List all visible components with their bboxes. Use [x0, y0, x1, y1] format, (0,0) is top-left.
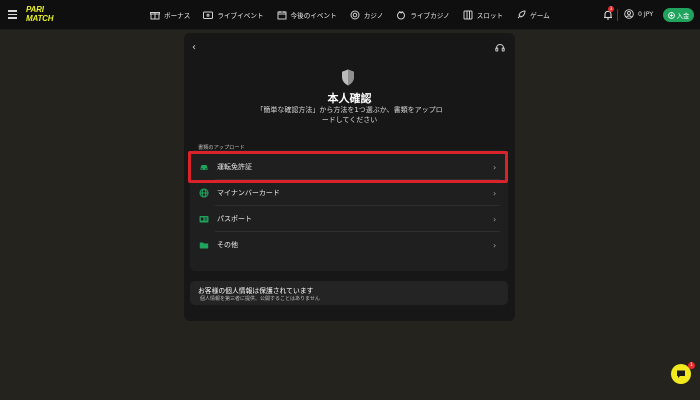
id-card-icon: [199, 216, 209, 223]
modal-subtitle: 「簡単な確認方法」から方法を1つ選ぶか、書類をアップロードしてください: [256, 106, 443, 124]
calendar-icon: [277, 11, 287, 20]
support-headset-icon[interactable]: [494, 42, 506, 54]
logo[interactable]: PARI MATCH: [26, 5, 68, 25]
globe-icon: [199, 188, 209, 198]
chevron-right-icon: ›: [493, 240, 497, 250]
deposit-button[interactable]: 入金: [663, 8, 694, 22]
back-chevron-icon[interactable]: ‹: [192, 43, 202, 53]
nav-item-live-casino[interactable]: ライブカジノ: [396, 10, 450, 20]
chat-bubble-icon: [677, 370, 685, 378]
nav-item-upcoming-events[interactable]: 今後のイベント: [277, 10, 337, 20]
doc-option-other[interactable]: その他 ›: [190, 232, 508, 258]
nav-item-slots[interactable]: スロット: [463, 10, 503, 20]
plus-circle-icon: [667, 11, 675, 19]
balance-value: 0 JPY: [638, 10, 654, 18]
casino-chip-icon: [350, 10, 360, 20]
notification-badge: 3: [608, 6, 614, 12]
privacy-notice: お客様の個人情報は保護されています 個人情報を第三者に提供、公開することはありま…: [190, 281, 508, 305]
slot-icon: [463, 10, 473, 20]
folder-icon: [199, 242, 209, 249]
menu-icon[interactable]: [8, 10, 17, 19]
account-balance[interactable]: 0 JPY: [624, 9, 653, 19]
nav-item-games[interactable]: ゲーム: [516, 10, 550, 20]
privacy-title: お客様の個人情報は保護されています: [198, 287, 314, 295]
modal-title: 本人確認: [327, 92, 372, 105]
selection-highlight: [188, 151, 508, 183]
nav-item-bonus[interactable]: ボーナス: [150, 10, 190, 20]
gift-icon: [150, 12, 160, 20]
top-bar: PARI MATCH ボーナス ライブイベント 今後のイベント カジノ ライブカ…: [0, 0, 700, 30]
chevron-right-icon: ›: [493, 188, 497, 198]
doc-option-my-number-card[interactable]: マイナンバーカード ›: [190, 180, 508, 206]
shield-icon: [342, 69, 354, 86]
rocket-icon: [517, 10, 526, 19]
doc-option-passport[interactable]: パスポート ›: [190, 206, 508, 232]
main-nav: ボーナス ライブイベント 今後のイベント カジノ ライブカジノ スロット ゲーム: [150, 0, 563, 30]
divider: [617, 9, 618, 21]
live-tv-icon: [203, 11, 214, 19]
nav-item-casino[interactable]: カジノ: [350, 10, 383, 20]
chat-badge: 1: [688, 362, 695, 369]
nav-item-live-events[interactable]: ライブイベント: [203, 10, 264, 20]
live-casino-icon: [397, 11, 406, 20]
privacy-subtitle: 個人情報を第三者に提供、公開することはありません: [200, 296, 320, 302]
user-icon: [624, 9, 634, 19]
chevron-right-icon: ›: [493, 214, 497, 224]
